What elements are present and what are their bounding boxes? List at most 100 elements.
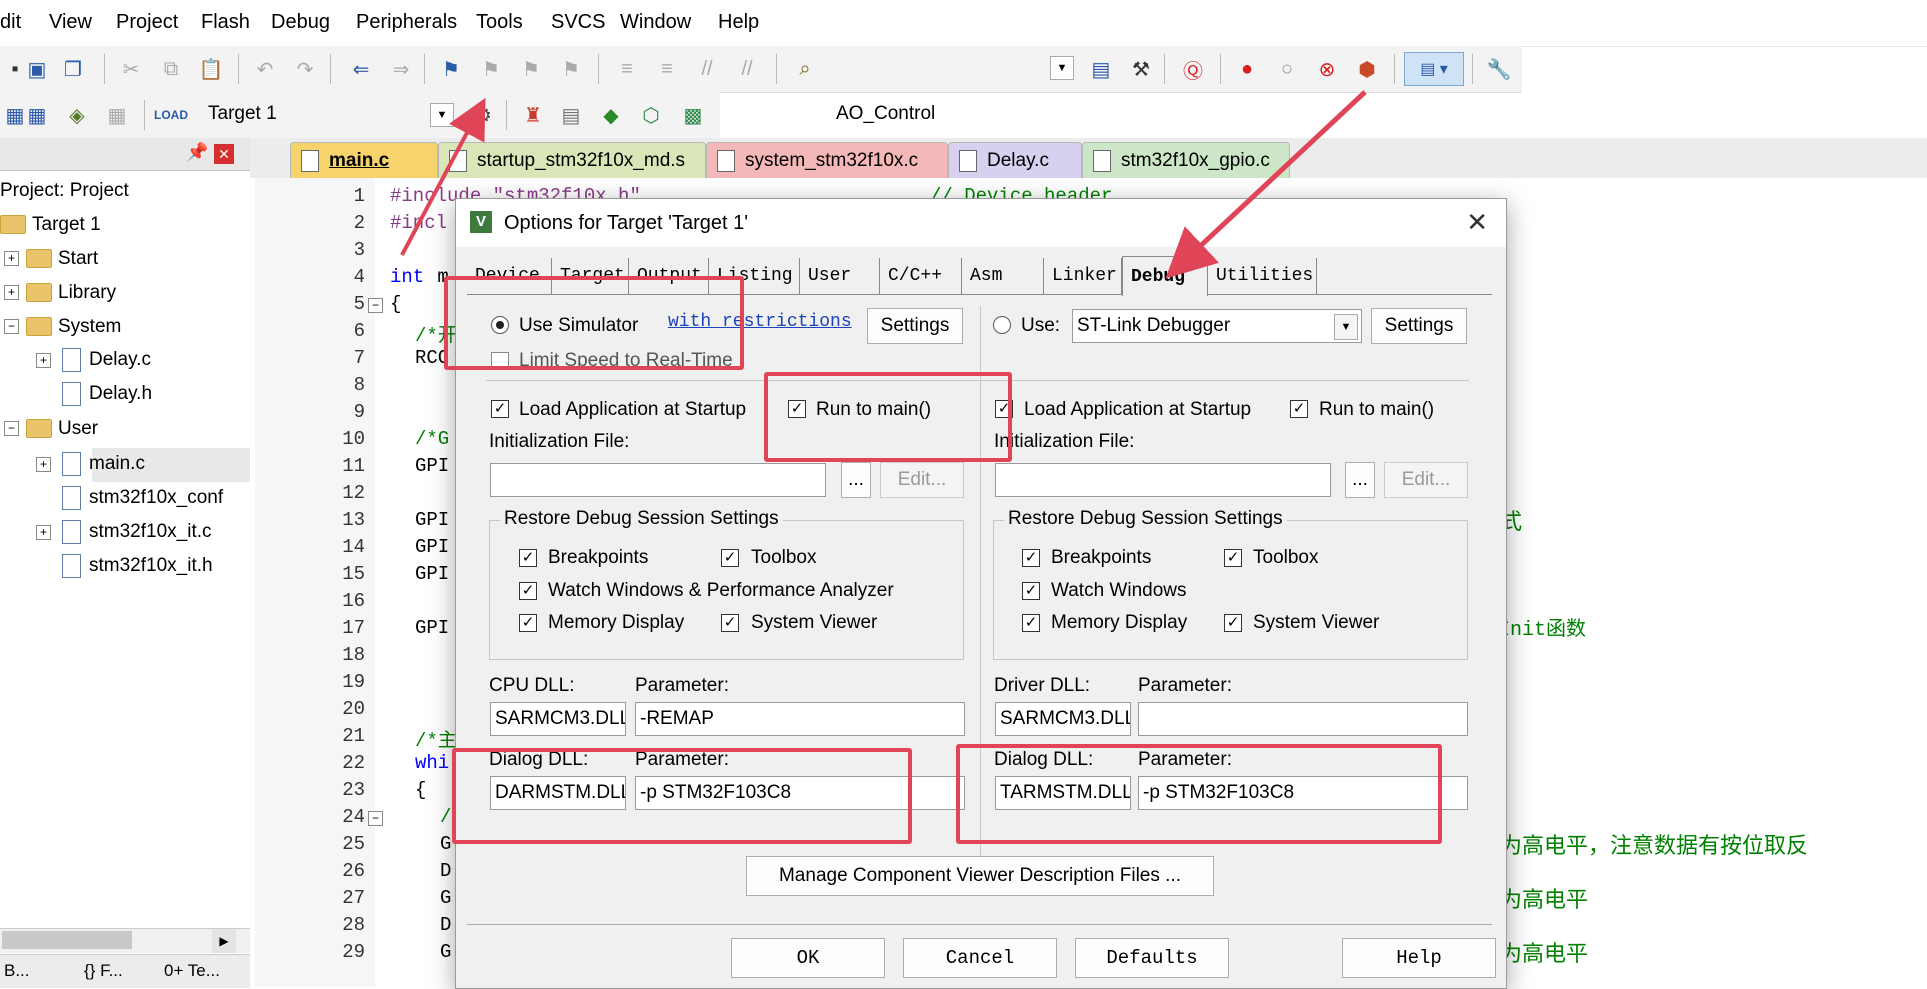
init-file-right-input[interactable] xyxy=(995,463,1331,497)
toolbox-checkbox[interactable]: ✓ xyxy=(721,549,739,567)
tab-user[interactable]: User xyxy=(800,258,880,294)
menu-tools[interactable]: Tools xyxy=(476,11,523,34)
menu-help[interactable]: Help xyxy=(718,11,759,34)
expand-icon[interactable]: + xyxy=(36,457,51,472)
memory-display-checkbox[interactable]: ✓ xyxy=(519,614,537,632)
tab-books[interactable]: B... xyxy=(4,961,30,981)
tree-file-delay-h[interactable]: Delay.h xyxy=(62,382,152,406)
tab-gpio[interactable]: stm32f10x_gpio.c xyxy=(1082,142,1290,178)
comment-icon[interactable]: // xyxy=(692,54,722,84)
breakpoint-icon[interactable]: ● xyxy=(1232,54,1262,84)
tab-delay-c[interactable]: Delay.c xyxy=(948,142,1082,178)
expand-icon[interactable]: + xyxy=(36,525,51,540)
unindent-icon[interactable]: ≡ xyxy=(652,54,682,84)
scroll-right-icon[interactable]: ▶ xyxy=(212,929,236,953)
uncomment-icon[interactable]: // xyxy=(732,54,762,84)
debugger-settings-button[interactable]: Settings xyxy=(1371,308,1467,344)
expand-icon[interactable]: + xyxy=(4,251,19,266)
cpu-dll-input[interactable]: SARMCM3.DLL xyxy=(490,702,626,736)
find-in-files-icon[interactable]: ⌕ xyxy=(790,54,820,84)
use-debugger-radio[interactable] xyxy=(993,316,1011,334)
toolbox-right-checkbox[interactable]: ✓ xyxy=(1224,549,1242,567)
tree-folder-system[interactable]: System xyxy=(26,316,121,338)
find-icon[interactable]: ⚒ xyxy=(1126,54,1156,84)
undo-icon[interactable]: ↶ xyxy=(250,54,280,84)
cpu-param-input[interactable]: -REMAP xyxy=(635,702,965,736)
tab-main-c[interactable]: main.c xyxy=(290,142,438,178)
save-all-icon[interactable]: ❐ xyxy=(58,54,88,84)
scrollbar-thumb[interactable] xyxy=(2,931,132,949)
tab-startup[interactable]: startup_stm32f10x_md.s xyxy=(438,142,706,178)
close-icon[interactable]: ✕ xyxy=(214,144,234,164)
tree-folder-user[interactable]: User xyxy=(26,418,98,440)
select-packs-icon[interactable]: ◆ xyxy=(596,100,626,130)
chevron-down-icon[interactable]: ▼ xyxy=(430,103,454,127)
help-button[interactable]: Help xyxy=(1342,938,1496,978)
system-viewer-right-checkbox[interactable]: ✓ xyxy=(1224,614,1242,632)
tree-file-conf[interactable]: stm32f10x_conf xyxy=(62,486,223,510)
configure-icon[interactable]: 🔧 xyxy=(1484,54,1514,84)
horizontal-scrollbar[interactable]: ▶ xyxy=(0,928,250,953)
batch-build-icon[interactable]: ▦ xyxy=(102,100,132,130)
init-file-right-edit-button[interactable]: Edit... xyxy=(1384,462,1468,498)
tree-target[interactable]: Target 1 xyxy=(0,214,101,236)
incremental-find-icon[interactable]: ▤ xyxy=(1086,54,1116,84)
chevron-down-icon[interactable]: ▼ xyxy=(1334,314,1358,340)
run-to-main-right-checkbox[interactable]: ✓ xyxy=(1290,400,1308,418)
driver-dll-input[interactable]: SARMCM3.DLL xyxy=(995,702,1131,736)
tab-linker[interactable]: Linker xyxy=(1044,258,1122,294)
debugger-select[interactable]: ST-Link Debugger ▼ xyxy=(1072,309,1362,343)
kill-all-breakpoints-icon[interactable]: ⬢ xyxy=(1352,54,1382,84)
close-icon[interactable]: ✕ xyxy=(1466,207,1488,238)
options-for-target-icon[interactable]: ⚙ xyxy=(468,100,498,130)
paste-icon[interactable]: 📋 xyxy=(196,54,226,84)
system-viewer-checkbox[interactable]: ✓ xyxy=(721,614,739,632)
rebuild-icon[interactable]: ◈ xyxy=(62,100,92,130)
manage-project-icon[interactable]: ♜ xyxy=(518,100,548,130)
window-layout-icon[interactable]: ▤ ▾ xyxy=(1404,52,1464,86)
tree-folder-library[interactable]: Library xyxy=(26,282,116,304)
fold-icon[interactable]: − xyxy=(368,298,383,313)
tab-system[interactable]: system_stm32f10x.c xyxy=(706,142,948,178)
cut-icon[interactable]: ✂ xyxy=(116,54,146,84)
chevron-down-icon[interactable]: ▼ xyxy=(1050,56,1074,80)
indent-icon[interactable]: ≡ xyxy=(612,54,642,84)
redo-icon[interactable]: ↷ xyxy=(290,54,320,84)
tree-file-it-h[interactable]: stm32f10x_it.h xyxy=(62,554,213,578)
find-combo[interactable]: AO_Control xyxy=(828,99,1076,129)
collapse-icon[interactable]: − xyxy=(4,319,19,334)
pin-icon[interactable]: 📌 xyxy=(186,142,208,163)
breakpoints-right-checkbox[interactable]: ✓ xyxy=(1022,549,1040,567)
debug-start-icon[interactable]: Ⓠ xyxy=(1178,54,1208,84)
tree-file-it-c[interactable]: stm32f10x_it.c xyxy=(62,520,212,544)
target-select[interactable]: Target 1 xyxy=(200,99,456,129)
tab-templates[interactable]: 0+ Te... xyxy=(164,961,220,981)
breakpoints-checkbox[interactable]: ✓ xyxy=(519,549,537,567)
manage-pack-icon[interactable]: ▤ xyxy=(556,100,586,130)
defaults-button[interactable]: Defaults xyxy=(1075,938,1229,978)
nav-forward-icon[interactable]: ⇒ xyxy=(386,54,416,84)
init-file-browse-button[interactable]: ... xyxy=(841,462,871,498)
init-file-edit-button[interactable]: Edit... xyxy=(880,462,964,498)
init-file-input[interactable] xyxy=(490,463,826,497)
driver-param-input[interactable] xyxy=(1138,702,1468,736)
menu-peripherals[interactable]: Peripherals xyxy=(356,11,457,34)
bookmark-icon[interactable]: ⚑ xyxy=(436,54,466,84)
watch-windows-right-checkbox[interactable]: ✓ xyxy=(1022,582,1040,600)
ok-button[interactable]: OK xyxy=(731,938,885,978)
collapse-icon[interactable]: − xyxy=(4,421,19,436)
tab-debug[interactable]: Debug xyxy=(1122,256,1208,296)
load-icon[interactable]: LOAD xyxy=(154,100,188,130)
tab-asm[interactable]: Asm xyxy=(962,258,1044,294)
memory-display-right-checkbox[interactable]: ✓ xyxy=(1022,614,1040,632)
menu-view[interactable]: View xyxy=(49,11,92,34)
expand-icon[interactable]: + xyxy=(36,353,51,368)
manage-component-viewer-button[interactable]: Manage Component Viewer Description File… xyxy=(746,856,1214,896)
save-icon[interactable]: ▣ xyxy=(22,54,52,84)
tree-file-main-c[interactable]: main.c xyxy=(62,452,145,476)
tree-folder-start[interactable]: Start xyxy=(26,248,98,270)
cancel-button[interactable]: Cancel xyxy=(903,938,1057,978)
menu-svcs[interactable]: SVCS xyxy=(551,11,605,34)
menu-window[interactable]: Window xyxy=(620,11,691,34)
tab-cpp[interactable]: C/C++ xyxy=(880,258,962,294)
